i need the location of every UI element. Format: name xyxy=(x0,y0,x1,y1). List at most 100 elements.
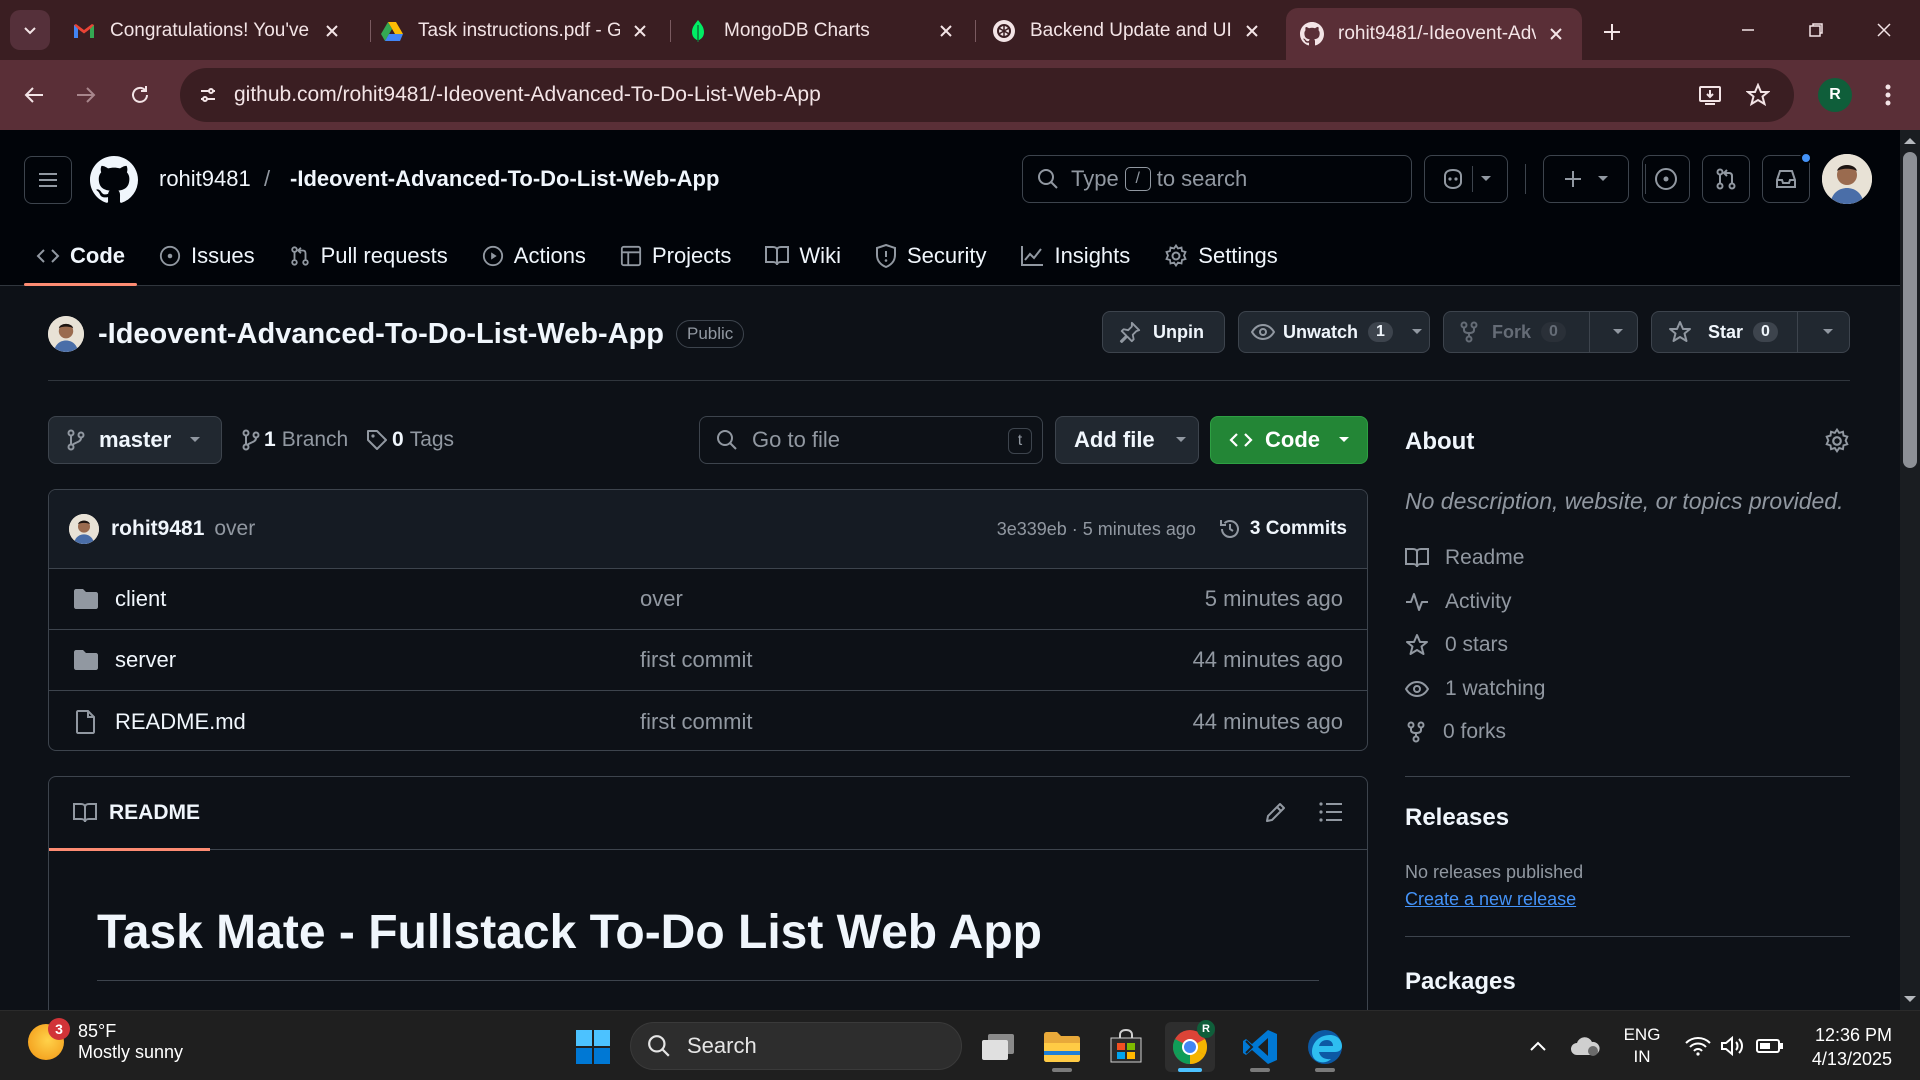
show-hidden-icons-button[interactable] xyxy=(1524,1011,1552,1080)
taskbar-search[interactable]: Search xyxy=(630,1022,962,1070)
close-icon[interactable] xyxy=(934,19,958,43)
file-commit-message[interactable]: first commit xyxy=(640,709,1193,735)
tab-insights[interactable]: Insights xyxy=(1008,230,1142,282)
about-settings-button[interactable] xyxy=(1824,428,1850,454)
tab-wiki[interactable]: Wiki xyxy=(753,230,853,282)
tab-actions[interactable]: Actions xyxy=(470,230,598,282)
browser-menu-button[interactable] xyxy=(1870,77,1906,113)
copilot-button[interactable] xyxy=(1424,155,1508,203)
edit-readme-button[interactable] xyxy=(1264,800,1288,824)
close-icon[interactable] xyxy=(1544,22,1568,46)
vscode-taskbar-button[interactable] xyxy=(1235,1022,1285,1072)
go-to-file-input[interactable]: Go to file t xyxy=(699,416,1043,464)
menu-button[interactable] xyxy=(24,156,72,204)
volume-icon[interactable] xyxy=(1716,1011,1748,1080)
breadcrumb-owner[interactable]: rohit9481 xyxy=(159,166,251,192)
reload-button[interactable] xyxy=(120,75,160,115)
tab-projects[interactable]: Projects xyxy=(608,230,743,282)
create-release-link[interactable]: Create a new release xyxy=(1405,889,1576,910)
unpin-button[interactable]: Unpin xyxy=(1102,311,1225,353)
table-row[interactable]: server first commit 44 minutes ago xyxy=(49,630,1367,691)
microsoft-store-button[interactable] xyxy=(1101,1022,1151,1072)
back-button[interactable] xyxy=(14,75,54,115)
breadcrumb-repo[interactable]: -Ideovent-Advanced-To-Do-List-Web-App xyxy=(290,166,719,192)
address-bar[interactable]: github.com/rohit9481/-Ideovent-Advanced-… xyxy=(180,68,1794,122)
chrome-taskbar-button[interactable]: R xyxy=(1165,1020,1215,1072)
install-app-button[interactable] xyxy=(1692,77,1728,113)
tab-code[interactable]: Code xyxy=(24,230,137,286)
weather-widget[interactable]: 3 85°F Mostly sunny xyxy=(28,1018,183,1063)
stars-link[interactable]: 0 stars xyxy=(1405,633,1508,657)
battery-icon[interactable] xyxy=(1752,1011,1788,1080)
tab-issues[interactable]: Issues xyxy=(147,230,267,282)
forks-link[interactable]: 0 forks xyxy=(1405,720,1506,744)
outline-button[interactable] xyxy=(1319,802,1343,822)
commit-message[interactable]: over xyxy=(214,517,255,541)
restore-button[interactable] xyxy=(1788,10,1844,50)
watchers-link[interactable]: 1 watching xyxy=(1405,677,1545,701)
onedrive-icon[interactable] xyxy=(1568,1011,1602,1080)
new-tab-button[interactable] xyxy=(1594,14,1630,50)
star-button[interactable]: Star 0 xyxy=(1651,311,1850,353)
create-new-button[interactable] xyxy=(1543,155,1629,203)
sidebar-item-label: Readme xyxy=(1445,546,1525,569)
tab-pull-requests[interactable]: Pull requests xyxy=(277,230,460,282)
table-row[interactable]: client over 5 minutes ago xyxy=(49,569,1367,630)
branches-link[interactable]: 1 Branch xyxy=(242,428,348,452)
commit-hash-time[interactable]: 3e339eb · 5 minutes ago xyxy=(997,519,1196,540)
edge-taskbar-button[interactable] xyxy=(1300,1022,1350,1072)
close-icon[interactable] xyxy=(628,19,652,43)
file-commit-message[interactable]: first commit xyxy=(640,647,1193,673)
global-search-input[interactable]: Type / to search xyxy=(1022,155,1412,203)
fork-button[interactable]: Fork 0 xyxy=(1443,311,1638,353)
browser-tab-drive[interactable]: Task instructions.pdf - Go xyxy=(366,10,666,52)
close-icon[interactable] xyxy=(320,19,344,43)
task-view-button[interactable] xyxy=(973,1022,1023,1072)
avatar[interactable] xyxy=(1822,154,1872,204)
issues-button[interactable] xyxy=(1642,155,1690,203)
forward-button[interactable] xyxy=(66,75,106,115)
wifi-icon[interactable] xyxy=(1682,1011,1714,1080)
tags-link[interactable]: 0 Tags xyxy=(366,428,454,452)
clock[interactable]: 12:36 PM 4/13/2025 xyxy=(1800,1023,1892,1071)
file-name[interactable]: server xyxy=(115,647,640,673)
packages-heading[interactable]: Packages xyxy=(1405,968,1516,996)
code-button[interactable]: Code xyxy=(1210,416,1368,464)
readme-tab[interactable]: README xyxy=(49,777,211,851)
unwatch-button[interactable]: Unwatch 1 xyxy=(1238,311,1430,353)
site-info-button[interactable] xyxy=(190,77,226,113)
bookmark-button[interactable] xyxy=(1740,77,1776,113)
readme-link[interactable]: Readme xyxy=(1405,546,1524,570)
tab-search-button[interactable] xyxy=(10,10,50,50)
browser-tab-chatgpt[interactable]: Backend Update and UI xyxy=(978,10,1278,52)
browser-tab-gmail[interactable]: Congratulations! You've b xyxy=(58,10,358,52)
minimize-button[interactable] xyxy=(1720,10,1776,50)
browser-tab-mongodb[interactable]: MongoDB Charts xyxy=(672,10,972,52)
commits-link[interactable]: 3 Commits xyxy=(1218,517,1347,541)
owner-avatar[interactable] xyxy=(48,316,84,352)
start-button[interactable] xyxy=(568,1022,618,1072)
file-commit-message[interactable]: over xyxy=(640,586,1205,612)
profile-button[interactable]: R xyxy=(1818,78,1852,112)
activity-link[interactable]: Activity xyxy=(1405,590,1512,614)
releases-heading[interactable]: Releases xyxy=(1405,804,1509,832)
close-window-button[interactable] xyxy=(1856,10,1912,50)
file-name[interactable]: README.md xyxy=(115,709,640,735)
file-explorer-button[interactable] xyxy=(1037,1022,1087,1072)
tab-settings[interactable]: Settings xyxy=(1152,230,1290,282)
close-icon[interactable] xyxy=(1240,19,1264,43)
commit-author[interactable]: rohit9481 xyxy=(111,517,204,541)
pull-requests-button[interactable] xyxy=(1702,155,1750,203)
file-name[interactable]: client xyxy=(115,586,640,612)
branch-select-button[interactable]: master xyxy=(48,416,222,464)
language-indicator[interactable]: ENG IN xyxy=(1618,1011,1666,1080)
copilot-icon xyxy=(1444,168,1462,190)
tab-security[interactable]: Security xyxy=(863,230,998,282)
repo-title[interactable]: -Ideovent-Advanced-To-Do-List-Web-App xyxy=(98,318,664,351)
add-file-button[interactable]: Add file xyxy=(1055,416,1199,464)
commit-author-avatar[interactable] xyxy=(69,514,99,544)
table-row[interactable]: README.md first commit 44 minutes ago xyxy=(49,691,1367,750)
github-logo-icon[interactable] xyxy=(90,156,138,204)
browser-tab-github[interactable]: rohit9481/-Ideovent-Adv xyxy=(1286,8,1582,60)
scrollbar-thumb[interactable] xyxy=(1903,152,1917,468)
